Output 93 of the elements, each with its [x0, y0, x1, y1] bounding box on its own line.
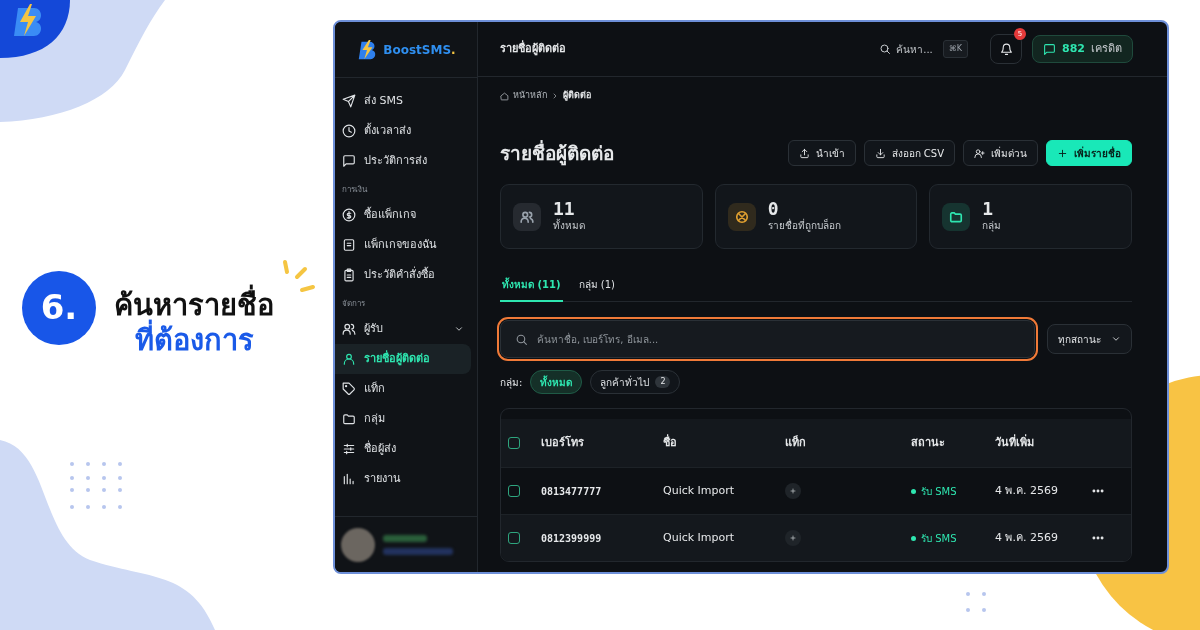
users-icon	[342, 322, 356, 336]
clock-icon	[342, 124, 356, 138]
stat-value: 0	[767, 200, 779, 218]
stat-label: รายชื่อที่ถูกบล็อก	[767, 218, 841, 233]
upload-icon	[798, 147, 810, 159]
filter-chip[interactable]: ทั้งหมด	[530, 370, 583, 394]
home-icon	[500, 91, 509, 101]
table-cell-text: 4 พ.ค. 2569	[995, 482, 1059, 499]
search-field[interactable]: ค้นหาชื่อ, เบอร์โทร, อีเมล...	[500, 320, 1035, 358]
table-cell-text: Quick Import	[663, 529, 736, 546]
sidebar-item[interactable]: ประวัติการส่ง	[335, 146, 471, 176]
bell-icon	[999, 42, 1013, 56]
page-heading: รายชื่อผู้ติดต่อ	[500, 40, 566, 58]
tag-icon	[342, 382, 356, 396]
status-label: รับ SMS	[921, 484, 957, 499]
stat-value: 11	[553, 200, 575, 218]
table-cell-text: 0813477777	[541, 484, 603, 499]
sidebar-item[interactable]: รายชื่อผู้ติดต่อ	[335, 344, 471, 374]
receipt-icon	[342, 238, 356, 252]
download-icon	[874, 147, 886, 159]
folder-icon	[342, 412, 356, 426]
tab[interactable]: กลุ่ม (1)	[576, 271, 617, 302]
plus-icon	[1057, 147, 1068, 159]
chevron-icon	[454, 324, 464, 334]
action-button[interactable]: ส่งออก CSV	[863, 140, 955, 166]
sidebar-item[interactable]: ซื้อแพ็กเกจ	[335, 200, 471, 230]
sidebar-item[interactable]: ส่ง SMS	[335, 86, 471, 116]
chevron-icon	[1111, 334, 1121, 344]
checkbox[interactable]	[508, 532, 520, 544]
search-button[interactable]: ค้นหา...	[879, 41, 933, 57]
column-header: วันที่เพิ่ม	[995, 434, 1035, 451]
action-button[interactable]: เพิ่มรายชื่อ	[1046, 140, 1132, 166]
brand-name: BoostSMS	[383, 41, 452, 59]
stat-label: กลุ่ม	[982, 219, 1002, 233]
brand-dot: .	[451, 41, 456, 59]
search-icon	[515, 332, 528, 346]
plus-icon	[789, 487, 797, 495]
bar-chart-icon	[342, 472, 356, 486]
status-label: รับ SMS	[921, 531, 957, 546]
column-header: ชื่อ	[663, 434, 678, 451]
page-title: รายชื่อผู้ติดต่อ	[500, 141, 614, 165]
send-icon	[342, 94, 356, 108]
section-heading: จัดการ	[341, 298, 366, 310]
sidebar-item[interactable]: ผู้รับ	[335, 314, 471, 344]
table-cell-text: 4 พ.ค. 2569	[995, 529, 1059, 546]
sidebar-item[interactable]: ชื่อผู้ส่ง	[335, 434, 471, 464]
chat-icon	[342, 154, 356, 168]
status-dropdown[interactable]: ทุกสถานะ	[1047, 324, 1132, 354]
section-heading: การเงิน	[341, 184, 369, 196]
clipboard-icon	[342, 268, 356, 282]
sidebar-item[interactable]: แท็ก	[335, 374, 471, 404]
chat-icon	[1043, 42, 1057, 56]
stat-value: 1	[982, 200, 995, 218]
chevron-icon	[551, 92, 559, 100]
step-number: 6.	[22, 270, 96, 345]
add-tag-button[interactable]	[785, 530, 801, 546]
checkbox[interactable]	[508, 437, 520, 449]
sidebar-item[interactable]: กลุ่ม	[335, 404, 471, 434]
redacted-role	[383, 547, 453, 555]
add-tag-button[interactable]	[785, 483, 801, 499]
tab[interactable]: ทั้งหมด (11)	[500, 271, 563, 302]
plus-icon	[789, 534, 797, 542]
user-icon	[342, 352, 356, 366]
action-button[interactable]: นำเข้า	[787, 140, 856, 166]
sidebar-item[interactable]: แพ็กเกจของฉัน	[335, 230, 471, 260]
dot-grid-drawing	[966, 592, 986, 612]
column-header: สถานะ	[911, 434, 946, 451]
credits-button[interactable]: 882 เครดิต	[1032, 35, 1133, 63]
sidebar-item[interactable]: รายงาน	[335, 464, 471, 494]
column-header: เบอร์โทร	[541, 434, 585, 451]
filter-label: กลุ่ม:	[500, 375, 523, 390]
user-plus-icon	[974, 147, 985, 159]
dot-grid-drawing	[70, 462, 122, 509]
table-cell-text: Quick Import	[663, 482, 736, 499]
user-avatar	[341, 527, 375, 562]
sidebar-item[interactable]: ตั้งเวลาส่ง	[335, 116, 471, 146]
shortcut-key: ⌘K	[942, 40, 969, 58]
action-button[interactable]: เพิ่มด่วน	[963, 140, 1038, 166]
checkbox[interactable]	[508, 485, 520, 497]
column-header: แท็ก	[785, 434, 807, 451]
filter-chip[interactable]: ลูกค้าทั่วไป 2	[590, 370, 681, 394]
breadcrumb-link[interactable]: ผู้ติดต่อ	[563, 89, 591, 103]
breadcrumb-link[interactable]: หน้าหลัก	[513, 89, 547, 103]
count-badge: 2	[655, 376, 671, 388]
coin-icon	[342, 208, 356, 222]
sidebar-item[interactable]: ประวัติคำสั่งซื้อ	[335, 260, 471, 290]
stat-label: ทั้งหมด	[553, 218, 585, 233]
table-cell-text: 0812399999	[541, 531, 603, 546]
redacted-name	[383, 534, 427, 542]
corner-logo-icon	[0, 0, 70, 58]
sliders-icon	[342, 442, 356, 456]
sparkle-icon	[283, 260, 315, 292]
search-icon	[879, 43, 892, 55]
